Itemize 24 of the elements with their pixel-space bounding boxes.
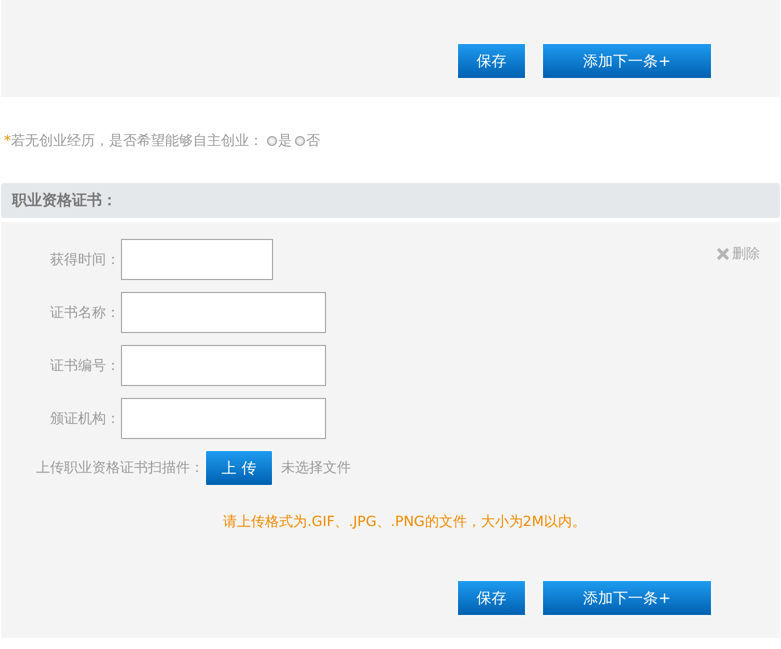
radio-button[interactable] [267,136,277,146]
add-next-button[interactable]: 添加下一条+ [542,43,712,79]
input-field[interactable] [121,292,326,333]
field-label: 证书编号： [49,356,120,374]
upload-label: 上传职业资格证书扫描件： [36,459,204,477]
close-icon [716,247,730,261]
required-mark: * [4,133,11,149]
field-label: 证书名称： [49,304,120,322]
upload-button[interactable]: 上 传 [205,450,273,486]
file-status: 未选择文件 [281,459,351,477]
upload-notice: 请上传格式为.GIF、.JPG、.PNG的文件，大小为2M以内。 [222,513,587,531]
save-button[interactable]: 保存 [457,580,526,616]
add-next-button[interactable]: 添加下一条+ [542,580,712,616]
section-header: 职业资格证书： [1,183,780,218]
save-button[interactable]: 保存 [457,43,526,79]
question-text: 若无创业经历，是否希望能够自主创业： [11,132,263,150]
input-field[interactable] [121,239,273,280]
field-label: 颁证机构： [49,410,120,428]
input-field[interactable] [121,398,326,439]
field-label: 获得时间： [49,250,120,268]
input-field[interactable] [121,345,326,386]
radio-label: 否 [306,132,320,150]
radio-button[interactable] [295,136,305,146]
radio-label: 是 [278,132,292,150]
